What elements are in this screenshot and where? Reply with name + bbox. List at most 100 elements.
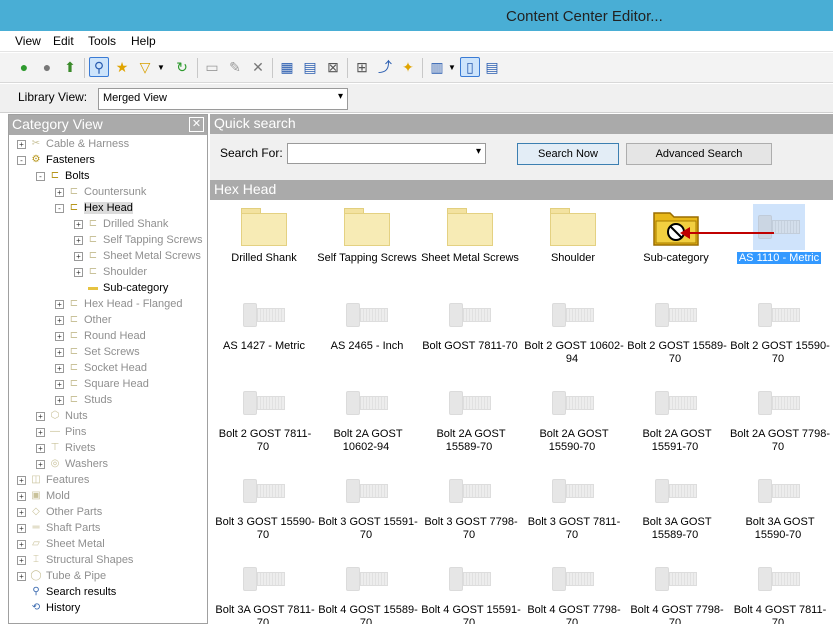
family-delete-icon[interactable]: ⊠ <box>323 57 343 77</box>
table-edit-icon[interactable]: ▦ <box>277 57 297 77</box>
category-folder-item[interactable]: Drilled Shank <box>212 202 316 290</box>
expand-icon[interactable]: + <box>36 459 45 469</box>
family-item[interactable]: Bolt 3 GOST 7811-70 <box>521 466 625 554</box>
tree-item[interactable]: ⚲ Search results <box>17 584 116 600</box>
family-item[interactable]: Bolt 2A GOST 10602-94 <box>315 378 419 466</box>
menu-view[interactable]: View <box>15 34 41 48</box>
tree-item[interactable]: + ⊏ Round Head <box>55 328 146 344</box>
family-item[interactable]: Bolt 2 GOST 7811-70 <box>212 378 316 466</box>
expand-icon[interactable]: + <box>55 395 64 405</box>
collapse-icon[interactable]: - <box>17 155 26 165</box>
favorite-star-icon[interactable]: ★ <box>112 57 132 77</box>
expand-icon[interactable]: + <box>36 427 45 437</box>
tree-item[interactable]: + ═ Shaft Parts <box>17 520 100 536</box>
tree-item[interactable]: + ⊏ Sheet Metal Screws <box>74 248 201 264</box>
expand-icon[interactable]: + <box>17 507 26 517</box>
tree-item[interactable]: + ⊏ Socket Head <box>55 360 147 376</box>
expand-icon[interactable]: + <box>17 539 26 549</box>
expand-icon[interactable]: + <box>55 363 64 373</box>
hierarchy-icon[interactable]: ⊞ <box>352 57 372 77</box>
category-folder-item[interactable]: Sub-category <box>624 202 728 290</box>
family-item[interactable]: Bolt 2A GOST 15591-70 <box>624 378 728 466</box>
expand-icon[interactable]: + <box>17 475 26 485</box>
view-options-icon[interactable]: ▥ <box>427 57 447 77</box>
family-item[interactable]: AS 1427 - Metric <box>212 290 316 378</box>
expand-icon[interactable]: + <box>17 571 26 581</box>
family-item[interactable]: Bolt 2A GOST 15589-70 <box>418 378 522 466</box>
category-folder-item[interactable]: Shoulder <box>521 202 625 290</box>
expand-icon[interactable]: + <box>74 267 83 277</box>
expand-icon[interactable]: + <box>55 187 64 197</box>
family-item[interactable]: AS 2465 - Inch <box>315 290 419 378</box>
family-item[interactable]: Bolt 2 GOST 10602-94 <box>521 290 625 378</box>
edit-folder-icon[interactable]: ✎ <box>225 57 245 77</box>
tree-item[interactable]: + ⊏ Other <box>55 312 112 328</box>
tree-item[interactable]: + — Pins <box>36 424 86 440</box>
advanced-search-button[interactable]: Advanced Search <box>626 143 772 165</box>
tree-item[interactable]: + ⊤ Rivets <box>36 440 96 456</box>
expand-icon[interactable]: + <box>55 379 64 389</box>
magic-icon[interactable]: ✦ <box>398 57 418 77</box>
family-item[interactable]: Bolt 4 GOST 7798-70 <box>521 554 625 624</box>
family-item[interactable]: Bolt 4 GOST 7811-70 <box>727 554 831 624</box>
family-item[interactable]: Bolt GOST 7811-70 <box>418 290 522 378</box>
tree-item[interactable]: + ⊏ Studs <box>55 392 112 408</box>
family-item[interactable]: Bolt 3A GOST 15589-70 <box>624 466 728 554</box>
tree-item[interactable]: + ▣ Mold <box>17 488 70 504</box>
split-view-icon[interactable]: ▯ <box>460 57 480 77</box>
expand-icon[interactable]: + <box>74 219 83 229</box>
tree-item[interactable]: + ⊏ Shoulder <box>74 264 147 280</box>
category-folder-item[interactable]: Self Tapping Screws <box>315 202 419 290</box>
family-item[interactable]: Bolt 4 GOST 15591-70 <box>418 554 522 624</box>
delete-folder-icon[interactable]: ✕ <box>248 57 268 77</box>
expand-icon[interactable]: + <box>17 523 26 533</box>
search-icon[interactable]: ⚲ <box>89 57 109 77</box>
tree-item[interactable]: + ◯ Tube & Pipe <box>17 568 106 584</box>
family-item[interactable]: Bolt 2A GOST 15590-70 <box>521 378 625 466</box>
forward-icon[interactable]: ● <box>37 57 57 77</box>
view-dropdown-icon[interactable]: ▼ <box>446 57 458 77</box>
search-input[interactable]: ▾ <box>287 143 486 164</box>
publish-icon[interactable]: ⤴ <box>375 57 395 77</box>
expand-icon[interactable]: + <box>36 443 45 453</box>
family-item[interactable]: Bolt 3 GOST 7798-70 <box>418 466 522 554</box>
expand-icon[interactable]: + <box>74 235 83 245</box>
family-item[interactable]: Bolt 2 GOST 15589-70 <box>624 290 728 378</box>
expand-icon[interactable]: + <box>17 555 26 565</box>
collapse-icon[interactable]: - <box>36 171 45 181</box>
family-item[interactable]: Bolt 3 GOST 15590-70 <box>212 466 316 554</box>
tree-item[interactable]: + ⊏ Set Screws <box>55 344 140 360</box>
collapse-icon[interactable]: - <box>55 203 64 213</box>
tree-item[interactable]: + ⬡ Nuts <box>36 408 88 424</box>
tree-item[interactable]: + ▱ Sheet Metal <box>17 536 105 552</box>
library-view-select[interactable]: Merged View ▾ <box>98 88 348 110</box>
family-item[interactable]: Bolt 4 GOST 7798-70 <box>624 554 728 624</box>
tree-item[interactable]: + ⊏ Self Tapping Screws <box>74 232 202 248</box>
expand-icon[interactable]: + <box>36 411 45 421</box>
tree-item[interactable]: + ⊏ Countersunk <box>55 184 146 200</box>
tree-item[interactable]: ⟲ History <box>17 600 80 616</box>
tree-item[interactable]: + ◎ Washers <box>36 456 108 472</box>
tree-item[interactable]: - ⊏ Hex Head <box>55 200 133 216</box>
search-now-button[interactable]: Search Now <box>517 143 619 165</box>
expand-icon[interactable]: + <box>74 251 83 261</box>
tree-item[interactable]: + ⊏ Hex Head - Flanged <box>55 296 182 312</box>
tree-item[interactable]: + ◇ Other Parts <box>17 504 102 520</box>
expand-icon[interactable]: + <box>55 299 64 309</box>
tree-item[interactable]: + ⌶ Structural Shapes <box>17 552 133 568</box>
menu-tools[interactable]: Tools <box>88 34 116 48</box>
family-item[interactable]: Bolt 3A GOST 7811-70 <box>212 554 316 624</box>
family-item[interactable]: Bolt 3 GOST 15591-70 <box>315 466 419 554</box>
family-item[interactable]: Bolt 2 GOST 15590-70 <box>727 290 831 378</box>
tree-item[interactable]: - ⚙ Fasteners <box>17 152 95 168</box>
family-properties-icon[interactable]: ▤ <box>300 57 320 77</box>
family-item[interactable]: Bolt 2A GOST 7798-70 <box>727 378 831 466</box>
back-icon[interactable]: ● <box>14 57 34 77</box>
expand-icon[interactable]: + <box>55 315 64 325</box>
family-item[interactable]: Bolt 3A GOST 15590-70 <box>727 466 831 554</box>
tree-item[interactable]: + ◫ Features <box>17 472 89 488</box>
expand-icon[interactable]: + <box>17 491 26 501</box>
new-folder-icon[interactable]: ▭ <box>202 57 222 77</box>
filter-dropdown-icon[interactable]: ▼ <box>155 57 167 77</box>
family-item[interactable]: Bolt 4 GOST 15589-70 <box>315 554 419 624</box>
